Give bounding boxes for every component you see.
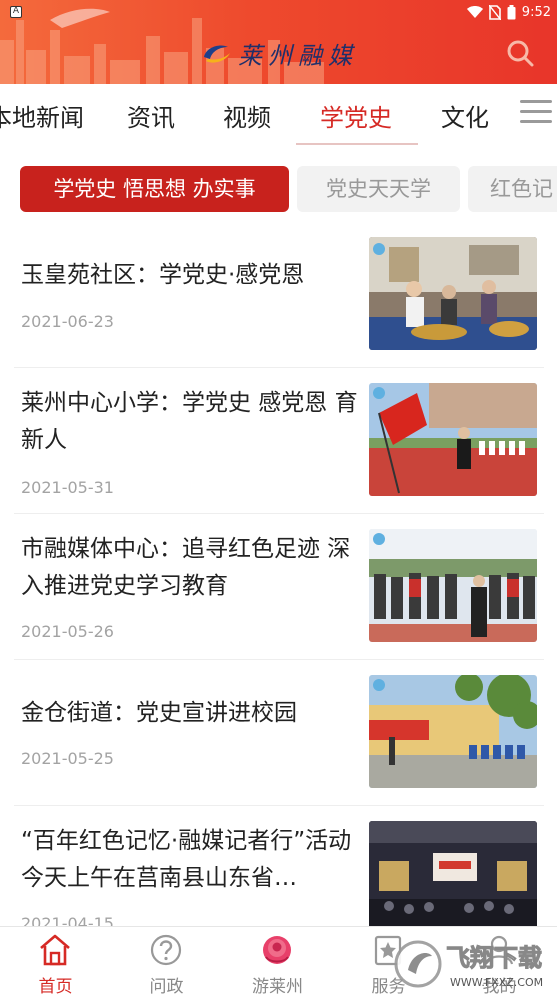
subcategory-chips: 学党史 悟思想 办实事 党史天天学 红色记 (0, 166, 557, 212)
tab-culture[interactable]: 文化 (441, 98, 489, 133)
app-logo: 莱州融媒 (200, 36, 358, 70)
nav-label: 首页 (38, 977, 73, 997)
search-icon[interactable] (505, 38, 535, 68)
flower-icon (263, 936, 291, 964)
category-tabs: 本地新闻 资讯 视频 学党史 文化 (0, 84, 557, 146)
news-date: 2021-06-23 (21, 312, 114, 331)
news-thumbnail (369, 529, 537, 642)
news-date: 2021-05-25 (21, 749, 114, 768)
news-item[interactable]: 莱州中心小学：学党史 感党恩 育新人 2021-05-31 (14, 368, 544, 514)
tab-menu-icon[interactable] (520, 100, 552, 128)
question-icon (150, 934, 182, 966)
watermark-title: 飞翔下载 (446, 944, 542, 972)
status-bar: A 9:52 (0, 0, 557, 24)
news-title: 玉皇苑社区：学党史·感党恩 (21, 262, 305, 288)
news-date: 2021-05-31 (21, 478, 114, 497)
news-item[interactable]: 市融媒体中心：追寻红色足迹 深入推进党史学习教育 2021-05-26 (14, 514, 544, 660)
nav-inquiry[interactable]: 问政 (111, 927, 222, 998)
app-notification-icon: A (10, 6, 22, 18)
news-thumbnail (369, 821, 537, 934)
news-title: 金仓街道：党史宣讲进校园 (21, 700, 297, 726)
header-banner: A 9:52 莱州融媒 (0, 0, 557, 84)
active-tab-indicator (296, 143, 418, 145)
home-icon (40, 934, 70, 966)
logo-text: 莱州融媒 (238, 41, 358, 70)
wifi-icon (466, 6, 483, 18)
news-date: 2021-05-26 (21, 622, 114, 641)
news-thumbnail (369, 383, 537, 496)
news-thumbnail (369, 237, 537, 350)
chip-red-memory[interactable]: 红色记 (468, 166, 557, 212)
status-icons: 9:52 (466, 3, 551, 21)
nav-tour-laizhou[interactable]: 游莱州 (222, 927, 333, 998)
news-thumbnail (369, 675, 537, 788)
chip-daily-party-history[interactable]: 党史天天学 (297, 166, 460, 212)
watermark-url: WWW.FXXZ.COM (450, 976, 543, 989)
news-title: 莱州中心小学：学党史 感党恩 育新人 (21, 390, 358, 453)
logo-swirl-icon (204, 45, 230, 63)
nav-label: 游莱州 (252, 977, 303, 997)
news-title: 市融媒体中心：追寻红色足迹 深入推进党史学习教育 (21, 536, 351, 599)
tab-local-news[interactable]: 本地新闻 (0, 98, 84, 133)
tab-news[interactable]: 资讯 (127, 98, 175, 133)
news-item[interactable]: 金仓街道：党史宣讲进校园 2021-05-25 (14, 660, 544, 806)
status-time: 9:52 (521, 4, 551, 20)
site-watermark: 飞翔下载 WWW.FXXZ.COM (394, 940, 543, 989)
nav-home[interactable]: 首页 (0, 927, 111, 998)
news-item[interactable]: 玉皇苑社区：学党史·感党恩 2021-06-23 (14, 222, 544, 368)
news-title: “百年红色记忆·融媒记者行”活动今天上午在莒南县山东省… (21, 828, 352, 891)
tab-party-history[interactable]: 学党史 (320, 98, 392, 133)
no-sim-icon (488, 4, 501, 20)
battery-icon (507, 4, 516, 19)
nav-label: 问政 (149, 977, 184, 997)
chip-study-party-history[interactable]: 学党史 悟思想 办实事 (20, 166, 289, 212)
tab-video[interactable]: 视频 (223, 98, 271, 133)
